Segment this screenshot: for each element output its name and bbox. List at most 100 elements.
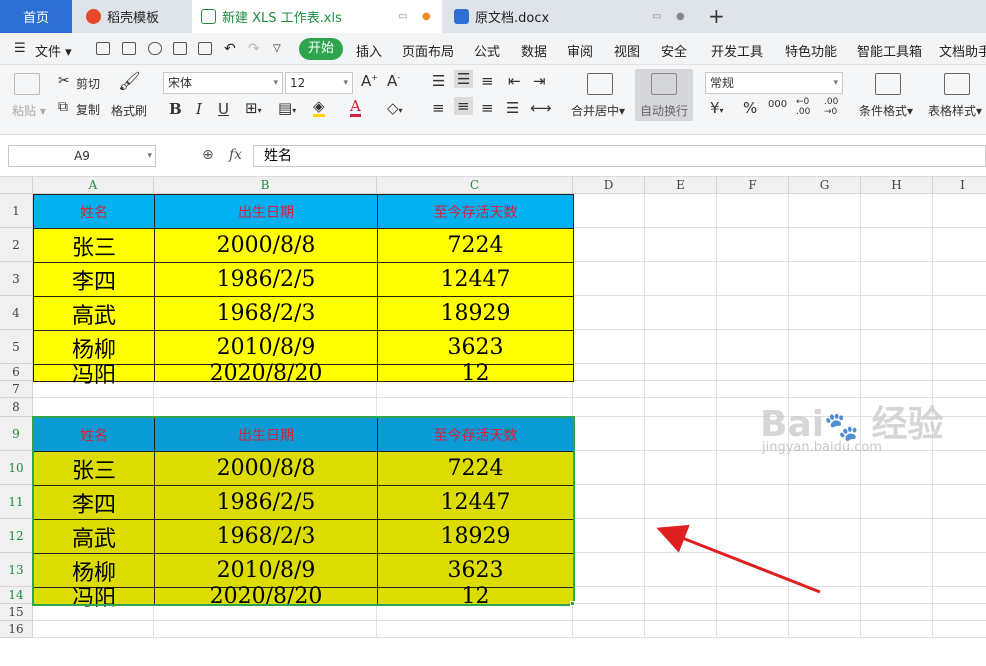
table2-header-cell[interactable]: 至今存活天数	[377, 417, 574, 452]
table1-data-cell[interactable]: 1968/2/3	[154, 296, 378, 331]
cell[interactable]	[573, 262, 645, 296]
cell[interactable]	[645, 296, 717, 330]
cell[interactable]	[933, 519, 986, 553]
cell[interactable]	[377, 621, 573, 638]
cell[interactable]	[789, 451, 861, 485]
align-right-icon[interactable]: ≡	[481, 99, 494, 117]
menu-smart-toolbox[interactable]: 智能工具箱	[857, 41, 922, 60]
cell[interactable]	[861, 330, 933, 364]
cell[interactable]	[861, 604, 933, 621]
chevron-down-icon[interactable]: ▾	[147, 146, 152, 166]
font-name-select[interactable]: 宋体 ▾	[163, 72, 283, 94]
cell[interactable]	[933, 604, 986, 621]
table1-data-cell[interactable]: 12	[377, 361, 574, 386]
cell[interactable]	[645, 451, 717, 485]
cell[interactable]	[789, 262, 861, 296]
cell[interactable]	[154, 621, 377, 638]
table-style-icon[interactable]	[944, 73, 970, 95]
column-header-c[interactable]: C	[377, 177, 573, 194]
table2-data-cell[interactable]: 高武	[33, 519, 155, 554]
cell[interactable]	[645, 587, 717, 604]
decrease-font-icon[interactable]: A-	[387, 72, 400, 90]
new-tab-plus-icon[interactable]: +	[708, 4, 725, 28]
cell[interactable]	[717, 262, 789, 296]
row-header-13[interactable]: 13	[0, 553, 33, 587]
cell[interactable]	[717, 364, 789, 381]
cell[interactable]	[789, 587, 861, 604]
align-bottom-icon[interactable]: ≡	[481, 72, 494, 90]
redo-icon[interactable]: ↷	[248, 41, 260, 57]
column-header-g[interactable]: G	[789, 177, 861, 194]
column-header-b[interactable]: B	[154, 177, 377, 194]
table1-data-cell[interactable]: 张三	[33, 228, 155, 263]
cell[interactable]	[789, 364, 861, 381]
merge-center-button[interactable]: 合并居中▾	[571, 102, 625, 119]
menu-page-layout[interactable]: 页面布局	[402, 41, 454, 60]
fill-color-icon[interactable]: ◈	[313, 98, 325, 117]
cell[interactable]	[717, 228, 789, 262]
cell[interactable]	[933, 228, 986, 262]
row-header-2[interactable]: 2	[0, 228, 33, 262]
table1-data-cell[interactable]: 2000/8/8	[154, 228, 378, 263]
cell[interactable]	[33, 398, 154, 417]
table1-data-cell[interactable]: 冯阳	[33, 363, 155, 388]
cell[interactable]	[861, 587, 933, 604]
cell[interactable]	[933, 621, 986, 638]
cell[interactable]	[861, 519, 933, 553]
table2-data-cell[interactable]: 李四	[33, 485, 155, 520]
table1-data-cell[interactable]: 12447	[377, 262, 574, 297]
menu-insert[interactable]: 插入	[356, 41, 382, 60]
cell[interactable]	[717, 485, 789, 519]
row-header-12[interactable]: 12	[0, 519, 33, 553]
table2-data-cell[interactable]: 2000/8/8	[154, 451, 378, 486]
column-header-i[interactable]: I	[933, 177, 986, 194]
cell[interactable]	[861, 262, 933, 296]
underline-icon[interactable]: U	[218, 100, 229, 118]
cell[interactable]	[645, 604, 717, 621]
cell[interactable]	[645, 228, 717, 262]
cell[interactable]	[645, 621, 717, 638]
table2-data-cell[interactable]: 12	[377, 584, 574, 609]
unsaved-dot-icon[interactable]: ●	[422, 11, 431, 22]
decrease-indent-icon[interactable]: ⇤	[508, 72, 521, 90]
merge-center-icon[interactable]	[587, 73, 613, 95]
cell[interactable]	[717, 604, 789, 621]
cell[interactable]	[861, 451, 933, 485]
table2-data-cell[interactable]: 12447	[377, 485, 574, 520]
cell[interactable]	[717, 330, 789, 364]
cell[interactable]	[573, 604, 645, 621]
print-icon[interactable]	[173, 42, 187, 55]
cell[interactable]	[645, 553, 717, 587]
column-header-h[interactable]: H	[861, 177, 933, 194]
distributed-icon[interactable]: ⟷	[530, 99, 552, 117]
restore-icon[interactable]: ▭	[652, 11, 661, 22]
open-folder-icon[interactable]	[96, 42, 110, 55]
table2-header-cell[interactable]: 姓名	[33, 417, 155, 452]
table-style-button[interactable]: 表格样式▾	[928, 102, 982, 119]
italic-icon[interactable]: I	[196, 100, 202, 118]
copy-button[interactable]: 复制	[76, 101, 100, 118]
menu-home-tab[interactable]: 开始	[299, 38, 343, 60]
justify-icon[interactable]: ☰	[506, 99, 519, 117]
table2-data-cell[interactable]: 冯阳	[33, 586, 155, 611]
tab-home[interactable]: 首页	[0, 0, 72, 33]
print-preview-icon[interactable]	[198, 42, 212, 55]
align-middle-icon[interactable]: ☰	[454, 70, 474, 88]
cell[interactable]	[861, 485, 933, 519]
table2-data-cell[interactable]: 张三	[33, 451, 155, 486]
customize-quick-access-icon[interactable]: ▽	[273, 43, 281, 54]
cell[interactable]	[717, 587, 789, 604]
cell[interactable]	[645, 519, 717, 553]
menu-formulas[interactable]: 公式	[474, 41, 500, 60]
increase-indent-icon[interactable]: ⇥	[533, 72, 546, 90]
cell[interactable]	[861, 553, 933, 587]
cell[interactable]	[717, 621, 789, 638]
paste-icon[interactable]	[14, 73, 40, 95]
table2-data-cell[interactable]: 1968/2/3	[154, 519, 378, 554]
close-dot-icon[interactable]: ●	[676, 11, 685, 22]
cell[interactable]	[645, 194, 717, 228]
table2-data-cell[interactable]: 2020/8/20	[154, 584, 378, 609]
decrease-decimal-icon[interactable]: .00 →0	[824, 97, 838, 117]
cell[interactable]	[789, 604, 861, 621]
row-header-15[interactable]: 15	[0, 604, 33, 621]
